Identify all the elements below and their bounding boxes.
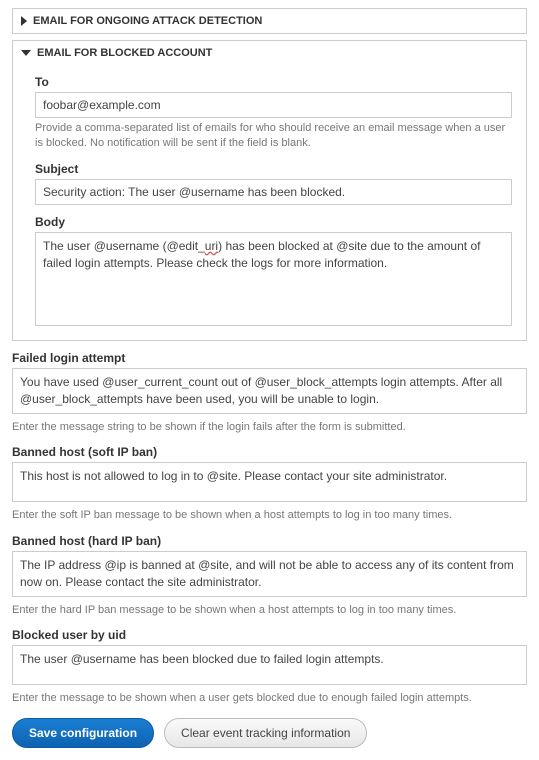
button-row: Save configuration Clear event tracking … [12,718,527,748]
group-blocked-uid: Blocked user by uid Enter the message to… [12,628,527,706]
hard-ban-textarea[interactable] [12,551,527,597]
soft-ban-textarea[interactable] [12,462,527,502]
body-label: Body [35,215,512,229]
body-text-pre: The user @username (@edit_ [43,239,205,253]
group-soft-ban: Banned host (soft IP ban) Enter the soft… [12,445,527,523]
blocked-uid-textarea[interactable] [12,645,527,685]
panel-blocked-account-title: EMAIL FOR BLOCKED ACCOUNT [37,47,212,59]
save-button[interactable]: Save configuration [12,718,154,748]
panel-ongoing-attack-header[interactable]: EMAIL FOR ONGOING ATTACK DETECTION [13,9,526,33]
to-label: To [35,75,512,89]
subject-input[interactable] [35,179,512,205]
panel-blocked-account-header[interactable]: EMAIL FOR BLOCKED ACCOUNT [13,41,526,65]
chevron-right-icon [21,16,27,26]
to-hint: Provide a comma-separated list of emails… [35,121,512,152]
failed-login-textarea[interactable] [12,368,527,414]
failed-login-label: Failed login attempt [12,351,527,365]
hard-ban-label: Banned host (hard IP ban) [12,534,527,548]
blocked-uid-hint: Enter the message to be shown when a use… [12,691,527,706]
clear-button[interactable]: Clear event tracking information [164,718,367,748]
subject-label: Subject [35,162,512,176]
group-failed-login: Failed login attempt Enter the message s… [12,351,527,435]
soft-ban-hint: Enter the soft IP ban message to be show… [12,508,527,523]
panel-ongoing-attack-title: EMAIL FOR ONGOING ATTACK DETECTION [33,15,262,27]
hard-ban-hint: Enter the hard IP ban message to be show… [12,603,527,618]
group-hard-ban: Banned host (hard IP ban) Enter the hard… [12,534,527,618]
chevron-down-icon [21,50,31,56]
panel-blocked-account: EMAIL FOR BLOCKED ACCOUNT To Provide a c… [12,40,527,341]
panel-ongoing-attack: EMAIL FOR ONGOING ATTACK DETECTION [12,8,527,34]
failed-login-hint: Enter the message string to be shown if … [12,420,527,435]
to-input[interactable] [35,92,512,118]
blocked-uid-label: Blocked user by uid [12,628,527,642]
soft-ban-label: Banned host (soft IP ban) [12,445,527,459]
body-textarea[interactable]: The user @username (@edit_uri) has been … [35,232,512,326]
body-text-spell: uri [205,239,218,253]
